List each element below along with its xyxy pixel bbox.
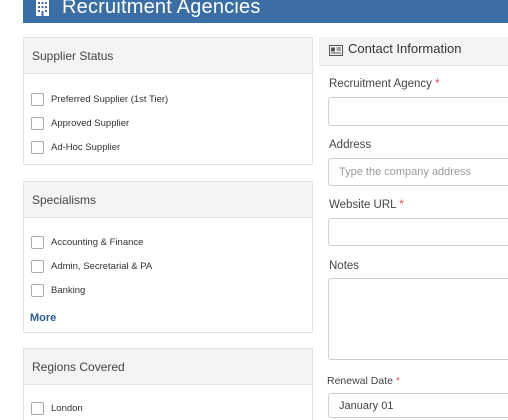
specialisms-heading: Specialisms — [24, 182, 312, 218]
recruitment-agency-input[interactable] — [328, 97, 508, 126]
field-label-text: Recruitment Agency — [329, 78, 432, 90]
checkbox-label: Ad-Hoc Supplier — [51, 141, 121, 153]
checkbox-label: Admin, Secretarial & PA — [51, 260, 153, 272]
required-marker: * — [435, 78, 440, 90]
contact-information-title: Contact Information — [348, 41, 462, 56]
checkbox[interactable] — [31, 235, 44, 249]
checkbox-label: Banking — [51, 284, 86, 296]
id-card-icon — [329, 45, 343, 56]
notes-label: Notes — [329, 260, 360, 272]
supplier-status-heading: Supplier Status — [24, 38, 312, 74]
renewal-date-input[interactable] — [328, 393, 508, 418]
supplier-status-option-adhoc[interactable]: Ad-Hoc Supplier — [31, 139, 120, 155]
field-label-text: Renewal Date — [327, 375, 393, 387]
contact-information-heading: Contact Information — [319, 37, 508, 66]
page-title: Recruitment Agencies — [62, 0, 261, 18]
supplier-status-option-preferred[interactable]: Preferred Supplier (1st Tier) — [31, 91, 168, 107]
checkbox-label: Accounting & Finance — [51, 236, 144, 248]
building-icon — [36, 0, 49, 16]
specialism-option-admin[interactable]: Admin, Secretarial & PA — [31, 258, 152, 274]
address-input[interactable] — [328, 158, 508, 186]
checkbox[interactable] — [31, 116, 44, 130]
regions-panel: Regions Covered London — [23, 348, 313, 420]
checkbox[interactable] — [31, 401, 44, 415]
notes-textarea[interactable] — [328, 278, 508, 360]
checkbox[interactable] — [31, 259, 44, 273]
checkbox-label: London — [51, 402, 83, 414]
renewal-date-label: Renewal Date * — [327, 375, 400, 387]
supplier-status-panel: Supplier Status Preferred Supplier (1st … — [23, 37, 313, 165]
website-url-label: Website URL * — [329, 199, 404, 211]
specialism-option-banking[interactable]: Banking — [31, 282, 85, 298]
region-option-london[interactable]: London — [31, 400, 83, 416]
checkbox[interactable] — [31, 140, 44, 154]
recruitment-agency-label: Recruitment Agency * — [329, 78, 440, 90]
page-header: Recruitment Agencies — [23, 0, 508, 23]
specialisms-more-link[interactable]: More — [30, 312, 56, 324]
required-marker: * — [399, 199, 404, 211]
checkbox-label: Preferred Supplier (1st Tier) — [51, 93, 169, 105]
regions-heading: Regions Covered — [24, 349, 312, 385]
checkbox[interactable] — [31, 283, 44, 297]
field-label-text: Website URL — [329, 199, 397, 211]
checkbox-label: Approved Supplier — [51, 117, 130, 129]
required-marker: * — [395, 375, 400, 387]
supplier-status-option-approved[interactable]: Approved Supplier — [31, 115, 129, 131]
specialism-option-accounting[interactable]: Accounting & Finance — [31, 234, 143, 250]
checkbox[interactable] — [31, 92, 44, 106]
website-url-input[interactable] — [328, 218, 508, 246]
specialisms-panel: Specialisms Accounting & Finance Admin, … — [23, 181, 313, 333]
address-label: Address — [329, 139, 372, 151]
